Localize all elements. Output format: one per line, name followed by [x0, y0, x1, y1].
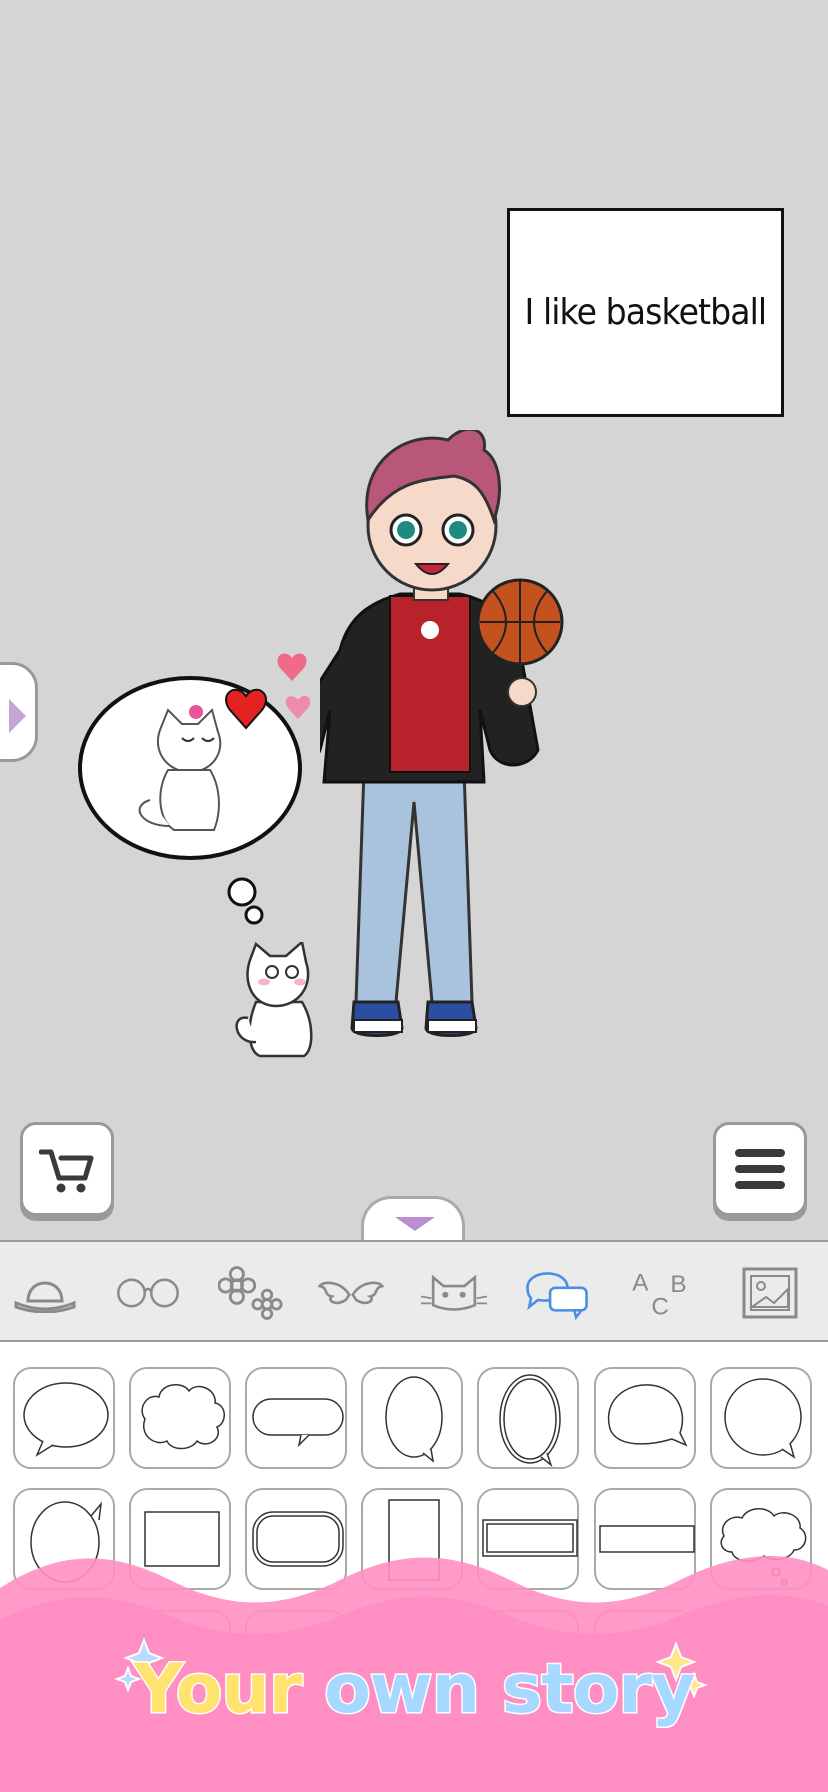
bubble-option[interactable] — [477, 1367, 579, 1469]
bubble-option[interactable] — [361, 1367, 463, 1469]
cart-button[interactable] — [20, 1122, 114, 1216]
svg-text:A: A — [632, 1269, 649, 1296]
tagline-word-2: own — [323, 1649, 482, 1731]
bubble-option[interactable] — [129, 1367, 231, 1469]
chevron-right-icon — [9, 699, 26, 733]
speech-box-text: I like basketball — [524, 292, 768, 333]
glasses-icon[interactable] — [115, 1260, 181, 1326]
text-abc-icon[interactable]: ACB — [627, 1260, 693, 1326]
tagline-word-3: story — [500, 1649, 697, 1731]
chevron-down-icon — [395, 1217, 435, 1231]
background-image-icon[interactable] — [737, 1260, 803, 1326]
promo-tagline: Your own story — [0, 1649, 828, 1731]
cat-icon[interactable] — [421, 1260, 487, 1326]
category-bar: ACB — [0, 1240, 828, 1342]
drawer-toggle[interactable] — [361, 1196, 465, 1242]
dressup-stage[interactable]: I like basketball — [0, 0, 828, 1242]
wings-icon[interactable] — [318, 1260, 384, 1326]
hat-icon[interactable] — [12, 1260, 78, 1326]
thought-bubble-sticker[interactable] — [70, 640, 320, 930]
flowers-icon[interactable] — [218, 1260, 284, 1326]
speech-bubble-icon[interactable] — [524, 1260, 590, 1326]
tagline-word-1: Your — [132, 1649, 304, 1731]
hamburger-menu-icon — [735, 1149, 785, 1189]
bubble-option[interactable] — [13, 1367, 115, 1469]
bubble-option[interactable] — [710, 1367, 812, 1469]
side-panel-tab[interactable] — [0, 662, 38, 762]
svg-text:C: C — [651, 1294, 669, 1321]
svg-text:B: B — [670, 1271, 686, 1298]
character-avatar[interactable] — [320, 430, 570, 1060]
menu-button[interactable] — [713, 1122, 807, 1216]
bubble-option[interactable] — [245, 1367, 347, 1469]
cart-icon — [39, 1149, 94, 1193]
bubble-option[interactable] — [594, 1367, 696, 1469]
speech-box[interactable]: I like basketball — [507, 208, 784, 417]
white-cat-sticker[interactable] — [232, 942, 322, 1060]
